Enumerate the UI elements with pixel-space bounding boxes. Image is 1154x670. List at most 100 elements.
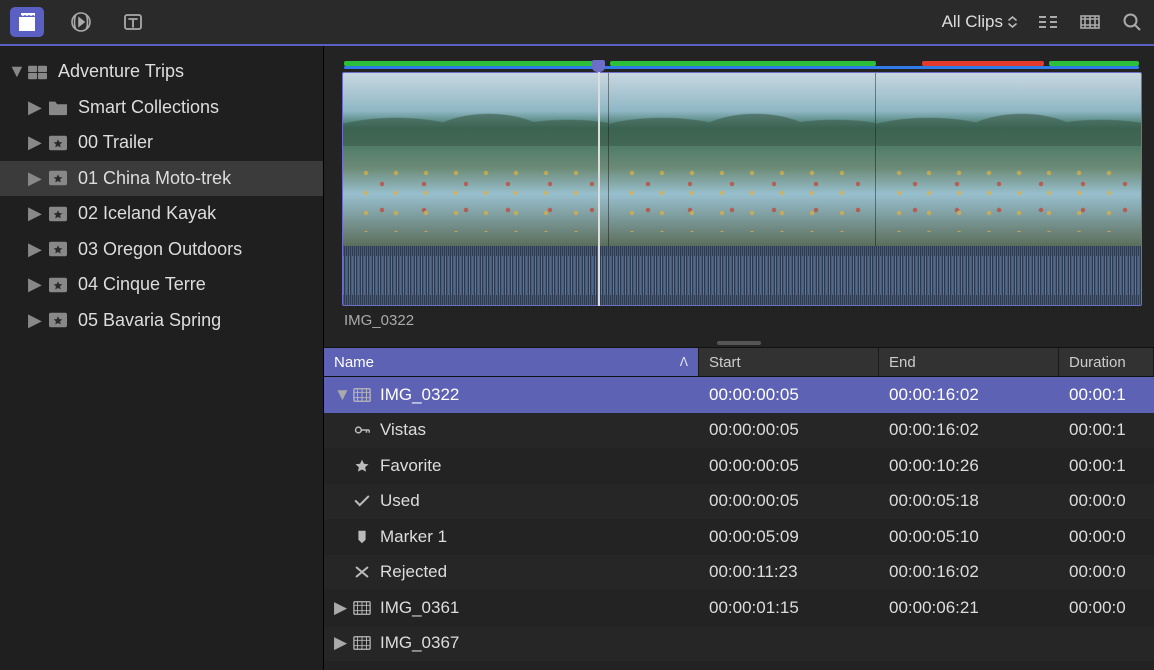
cell-end: 00:00:16:02 [879,413,1059,449]
column-start[interactable]: Start [699,348,879,376]
list-row[interactable]: Favorite 00:00:00:0500:00:10:2600:00:1 [324,448,1154,484]
sidebar-item-label: 00 Trailer [78,132,153,153]
disclosure-triangle-icon[interactable]: ▶ [28,274,42,295]
row-name: Marker 1 [380,527,447,547]
clips-filter-label: All Clips [942,12,1003,32]
sidebar-item[interactable]: ▶ 02 Iceland Kayak [0,196,323,232]
row-name: IMG_0322 [380,385,459,405]
browser-content: IMG_0322 Name ᐱ Start End Duration ▼ IMG_… [324,46,1154,670]
playhead[interactable] [598,72,600,306]
film-icon [352,599,372,617]
cell-dur: 00:00:1 [1059,377,1154,413]
sidebar-item-label: 05 Bavaria Spring [78,310,221,331]
sidebar-item-label: 03 Oregon Outdoors [78,239,242,260]
cell-end: 00:00:10:26 [879,448,1059,484]
filmstrip[interactable] [342,72,1142,247]
list-row[interactable]: Marker 1 00:00:05:0900:00:05:1000:00:0 [324,519,1154,555]
column-name[interactable]: Name ᐱ [324,348,699,376]
disclosure-triangle-icon[interactable]: ▶ [28,239,42,260]
cell-dur: 00:00:0 [1059,555,1154,591]
library-icon [26,62,50,82]
event-icon [46,204,70,224]
disclosure-triangle-icon[interactable]: ▼ [8,61,22,82]
disclosure-triangle-icon[interactable]: ▶ [28,168,42,189]
list-row[interactable]: ▶IMG_036100:00:01:1500:00:06:2100:00:0 [324,590,1154,626]
list-view-icon[interactable] [1036,7,1060,37]
search-icon[interactable] [1120,7,1144,37]
row-name: Favorite [380,456,441,476]
list-row[interactable]: ▶ IMG_0367 [324,626,1154,662]
cell-end: 00:00:06:21 [879,590,1059,626]
cell-start: 00:00:00:05 [699,448,879,484]
column-duration[interactable]: Duration [1059,348,1154,376]
cell-end [879,626,1059,662]
marker-icon [352,528,372,546]
event-icon [46,133,70,153]
cell-end: 00:00:16:02 [879,377,1059,413]
key-icon [352,421,372,439]
sidebar-item[interactable]: ▶ 05 Bavaria Spring [0,303,323,339]
check-icon [352,492,372,510]
cell-start: 00:00:05:09 [699,519,879,555]
filmstrip-view-icon[interactable] [1078,7,1102,37]
disclosure-triangle-icon[interactable]: ▶ [28,97,42,118]
film-icon [352,634,372,652]
media-tab-icon[interactable] [10,7,44,37]
disclosure-triangle-icon[interactable]: ▶ [28,203,42,224]
clips-filter-dropdown[interactable]: All Clips [942,12,1018,32]
row-name: IMG_0367 [380,633,459,653]
titles-tab-icon[interactable] [118,7,148,37]
column-end[interactable]: End [879,348,1059,376]
cell-start: 00:00:00:05 [699,377,879,413]
list-row[interactable]: Used 00:00:00:0500:00:05:1800:00:0 [324,484,1154,520]
disclosure-triangle-icon[interactable]: ▶ [334,633,348,653]
disclosure-triangle-icon[interactable]: ▶ [28,132,42,153]
film-icon [352,386,372,404]
cell-end: 00:00:05:10 [879,519,1059,555]
sidebar-item-label: 01 China Moto-trek [78,168,231,189]
audio-tab-icon[interactable] [66,7,96,37]
audio-waveform[interactable] [342,246,1142,306]
cell-dur: 00:00:0 [1059,519,1154,555]
cell-start: 00:00:00:05 [699,413,879,449]
event-icon [46,275,70,295]
sidebar-item[interactable]: ▶ 03 Oregon Outdoors [0,232,323,268]
disclosure-triangle-icon[interactable]: ▶ [334,598,348,618]
cell-dur: 00:00:0 [1059,590,1154,626]
cell-start: 00:00:00:05 [699,484,879,520]
sidebar-item-label: Smart Collections [78,97,219,118]
cell-dur: 00:00:0 [1059,484,1154,520]
pane-splitter[interactable] [324,339,1154,347]
clip-label: IMG_0322 [342,306,1142,335]
sidebar-item-label: 04 Cinque Terre [78,274,206,295]
row-name: Used [380,491,420,511]
updown-caret-icon [1007,14,1018,30]
sidebar-item-label: 02 Iceland Kayak [78,203,216,224]
list-header: Name ᐱ Start End Duration [324,347,1154,377]
sidebar-item[interactable]: ▶ 01 China Moto-trek [0,161,323,197]
disclosure-triangle-icon[interactable]: ▶ [28,310,42,331]
sidebar-item[interactable]: ▶ 00 Trailer [0,125,323,161]
cell-end: 00:00:05:18 [879,484,1059,520]
range-marker[interactable] [344,66,1138,69]
cell-dur [1059,626,1154,662]
sidebar-item[interactable]: ▶ Smart Collections [0,90,323,126]
list-row[interactable]: ▼ IMG_0322 00:00:00:0500:00:16:0200:00:1 [324,377,1154,413]
event-icon [46,168,70,188]
x-icon [352,563,372,581]
cell-dur: 00:00:1 [1059,448,1154,484]
library-root[interactable]: ▼ Adventure Trips [0,54,323,90]
cell-end: 00:00:16:02 [879,555,1059,591]
library-name: Adventure Trips [58,61,184,82]
toolbar: All Clips [0,0,1154,46]
list-row[interactable]: Vistas00:00:00:0500:00:16:0200:00:1 [324,413,1154,449]
sidebar-item[interactable]: ▶ 04 Cinque Terre [0,267,323,303]
cell-start: 00:00:11:23 [699,555,879,591]
event-icon [46,310,70,330]
event-icon [46,239,70,259]
library-sidebar: ▼ Adventure Trips ▶ Smart Collections ▶ 00 … [0,46,324,670]
row-name: Vistas [380,420,426,440]
list-row[interactable]: Rejected 00:00:11:2300:00:16:0200:00:0 [324,555,1154,591]
row-name: Rejected [380,562,447,582]
disclosure-triangle-icon[interactable]: ▼ [334,385,348,405]
